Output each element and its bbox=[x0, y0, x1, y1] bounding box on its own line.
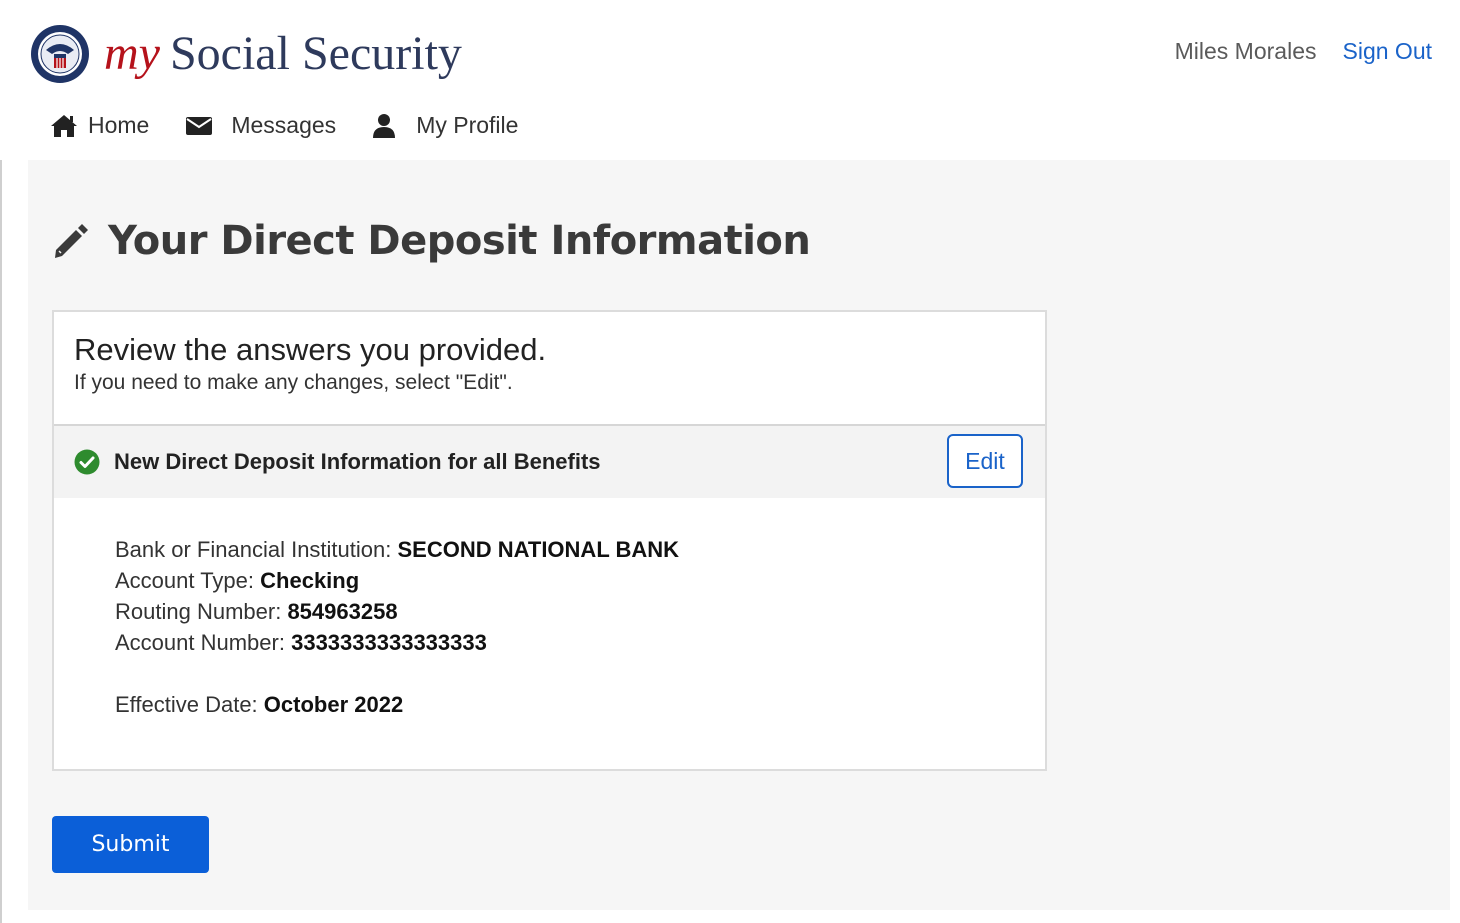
check-circle-icon bbox=[74, 449, 100, 475]
detail-value: 854963258 bbox=[287, 599, 398, 624]
pencil-icon bbox=[55, 224, 88, 258]
edit-button[interactable]: Edit bbox=[947, 434, 1023, 488]
detail-value: SECOND NATIONAL BANK bbox=[397, 537, 680, 562]
page-title: Your Direct Deposit Information bbox=[52, 218, 811, 264]
detail-value: October 2022 bbox=[263, 692, 404, 717]
page-title-text: Your Direct Deposit Information bbox=[108, 218, 811, 264]
section-label: New Direct Deposit Information for all B… bbox=[114, 449, 601, 474]
nav-item-messages[interactable]: Messages bbox=[185, 112, 336, 139]
submit-button[interactable]: Submit bbox=[52, 816, 209, 873]
sign-out-link[interactable]: Sign Out bbox=[1343, 38, 1433, 65]
detail-row-bank: Bank or Financial Institution: SECOND NA… bbox=[115, 534, 1045, 565]
detail-row-account-type: Account Type: Checking bbox=[115, 565, 1045, 596]
brand-wordmark: my Social Security bbox=[104, 28, 462, 80]
nav-item-my-profile[interactable]: My Profile bbox=[372, 112, 518, 139]
detail-label: Effective Date: bbox=[115, 692, 258, 717]
user-icon bbox=[373, 113, 396, 138]
brand-my: my bbox=[104, 27, 160, 80]
main-nav: Home Messages My Profile bbox=[50, 112, 554, 139]
logo[interactable]: my Social Security bbox=[30, 24, 462, 84]
brand-social-security: Social Security bbox=[169, 27, 462, 80]
review-title: Review the answers you provided. bbox=[74, 332, 547, 367]
detail-label: Account Type: bbox=[115, 568, 255, 593]
detail-label: Routing Number: bbox=[115, 599, 282, 624]
ssa-seal-icon bbox=[31, 25, 89, 83]
detail-row-effective-date: Effective Date: October 2022 bbox=[115, 689, 1045, 720]
detail-label: Account Number: bbox=[115, 630, 285, 655]
review-subtitle: If you need to make any changes, select … bbox=[74, 371, 513, 394]
user-area: Miles Morales Sign Out bbox=[1175, 38, 1432, 65]
nav-item-label: My Profile bbox=[416, 112, 519, 138]
detail-label: Bank or Financial Institution: bbox=[115, 537, 392, 562]
review-card-header: Review the answers you provided. If you … bbox=[54, 312, 1045, 426]
user-name: Miles Morales bbox=[1174, 38, 1317, 64]
main-content: Your Direct Deposit Information Review t… bbox=[28, 160, 1450, 910]
home-icon bbox=[51, 114, 77, 137]
review-card: Review the answers you provided. If you … bbox=[52, 310, 1047, 771]
nav-item-label: Home bbox=[88, 112, 150, 138]
envelope-icon bbox=[186, 116, 213, 135]
direct-deposit-section-header: New Direct Deposit Information for all B… bbox=[54, 426, 1045, 498]
nav-item-home[interactable]: Home bbox=[50, 112, 149, 139]
site-header: my Social Security Miles Morales Sign Out… bbox=[0, 0, 1460, 160]
detail-value: 3333333333333333 bbox=[291, 630, 487, 655]
deposit-details: Bank or Financial Institution: SECOND NA… bbox=[54, 498, 1045, 720]
nav-item-label: Messages bbox=[231, 112, 337, 138]
detail-value: Checking bbox=[260, 568, 360, 593]
detail-row-account-number: Account Number: 3333333333333333 bbox=[115, 627, 1045, 658]
detail-row-routing-number: Routing Number: 854963258 bbox=[115, 596, 1045, 627]
